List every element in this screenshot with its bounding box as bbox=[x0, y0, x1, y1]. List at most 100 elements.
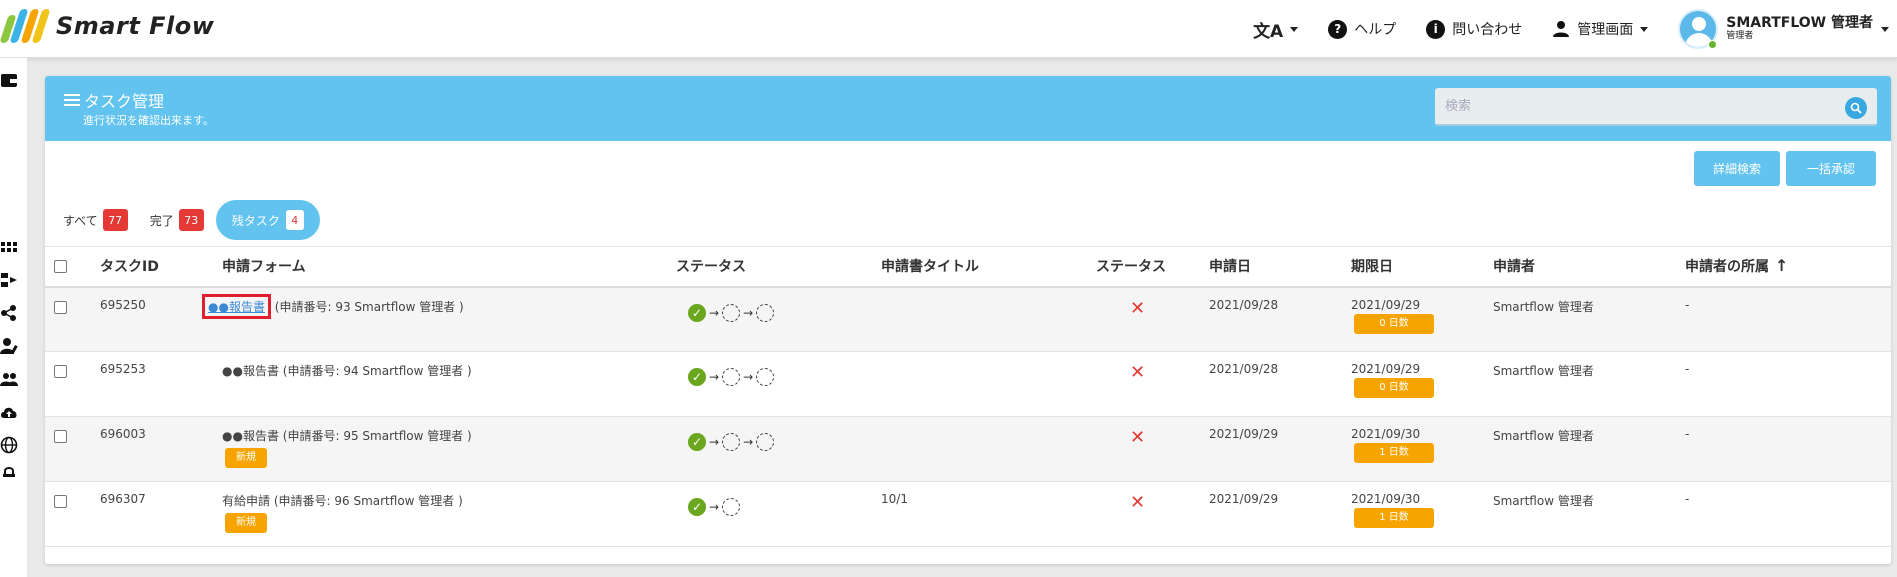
chevron-down-icon bbox=[1290, 26, 1299, 32]
detail-search-button[interactable]: 詳細検索 bbox=[1694, 151, 1780, 186]
applied-date: 2021/09/29 bbox=[1209, 481, 1351, 547]
step-pending-icon bbox=[756, 303, 775, 322]
filter-completed[interactable]: 完了 73 bbox=[150, 209, 204, 231]
filter-completed-count: 73 bbox=[178, 209, 204, 231]
form-link[interactable]: ●●報告書 bbox=[208, 300, 265, 314]
arrow-right-icon: → bbox=[709, 435, 720, 449]
header-department-label: 申請者の所属 bbox=[1685, 259, 1769, 276]
applicant: Smartflow 管理者 bbox=[1493, 286, 1685, 352]
user-edit-icon[interactable] bbox=[0, 337, 18, 355]
select-all-checkbox[interactable] bbox=[54, 259, 67, 273]
globe-icon[interactable] bbox=[0, 436, 18, 454]
days-badge: 1 日数 bbox=[1354, 443, 1434, 463]
search-input[interactable] bbox=[1435, 88, 1815, 124]
translate-icon: 文A bbox=[1253, 21, 1284, 42]
table-row[interactable]: 695250 ●●報告書 (申請番号: 93 Smartflow 管理者 ) ✓ → →… bbox=[45, 286, 1891, 352]
share-icon[interactable] bbox=[0, 304, 18, 322]
workflow-icon[interactable] bbox=[0, 271, 18, 289]
header-status[interactable]: ステータス bbox=[676, 246, 881, 288]
wallet-icon[interactable] bbox=[0, 72, 18, 90]
search-box bbox=[1435, 88, 1877, 126]
form-detail: (申請番号: 95 Smartflow 管理者 ) bbox=[282, 429, 472, 443]
applicant: Smartflow 管理者 bbox=[1493, 416, 1685, 482]
table-row[interactable]: 696307 有給申請 (申請番号: 96 Smartflow 管理者 ) 新規 ✓ →… bbox=[45, 481, 1891, 547]
department: - bbox=[1685, 416, 1891, 482]
department: - bbox=[1685, 286, 1891, 352]
arrow-right-icon: → bbox=[709, 500, 720, 514]
row-checkbox[interactable] bbox=[54, 365, 67, 378]
arrow-right-icon: → bbox=[709, 305, 720, 320]
sort-up-arrow-icon[interactable]: ↑ bbox=[1775, 256, 1788, 275]
header-status-2[interactable]: ステータス bbox=[1096, 246, 1209, 288]
highlight-box: ●●報告書 bbox=[202, 293, 271, 319]
row-checkbox[interactable] bbox=[54, 300, 67, 314]
arrow-right-icon: → bbox=[709, 370, 720, 384]
table-row[interactable]: 696003 ●●報告書 (申請番号: 95 Smartflow 管理者 ) 新規 ✓… bbox=[45, 416, 1891, 482]
step-pending-icon bbox=[756, 368, 775, 386]
table-row[interactable]: 695253 ●●報告書 (申請番号: 94 Smartflow 管理者 ) ✓ → →… bbox=[45, 351, 1891, 417]
task-id: 695253 bbox=[100, 351, 222, 417]
status-cell: ✕ bbox=[1096, 481, 1209, 547]
status-steps-cell: ✓ → → bbox=[676, 416, 881, 482]
deadline-date: 2021/09/29 bbox=[1351, 362, 1421, 376]
deadline-date: 2021/09/29 bbox=[1351, 297, 1421, 312]
arrow-right-icon: → bbox=[743, 435, 754, 449]
bulk-approve-button[interactable]: 一括承認 bbox=[1786, 151, 1876, 186]
lock-icon[interactable] bbox=[0, 466, 18, 477]
close-x-icon: ✕ bbox=[1130, 492, 1146, 513]
header-deadline[interactable]: 期限日 bbox=[1351, 246, 1493, 288]
user-name: SMARTFLOW 管理者 bbox=[1726, 15, 1873, 32]
contact-link[interactable]: i 問い合わせ bbox=[1426, 19, 1522, 39]
header-applied-date[interactable]: 申請日 bbox=[1209, 246, 1351, 288]
form-cell: ●●報告書 (申請番号: 93 Smartflow 管理者 ) bbox=[202, 286, 676, 352]
filter-completed-label: 完了 bbox=[149, 213, 174, 228]
department: - bbox=[1685, 481, 1891, 547]
avatar bbox=[1678, 9, 1719, 49]
help-link[interactable]: ? ヘルプ bbox=[1328, 19, 1396, 39]
app-logo[interactable]: Smart Flow bbox=[0, 8, 215, 44]
page-subtitle: 進行状況を確認出来ます。 bbox=[83, 114, 214, 127]
list-icon bbox=[64, 94, 80, 106]
task-management-card: タスク管理 進行状況を確認出来ます。 詳細検索 一括承認 すべて 77 完了 7… bbox=[45, 76, 1891, 564]
form-cell: ●●報告書 (申請番号: 95 Smartflow 管理者 ) 新規 bbox=[222, 416, 676, 482]
upload-cloud-icon[interactable] bbox=[0, 403, 18, 421]
filter-all-count: 77 bbox=[102, 209, 128, 231]
arrow-right-icon: → bbox=[743, 305, 754, 320]
filter-all-label: すべて bbox=[63, 213, 98, 228]
top-bar: Smart Flow 文A ? ヘルプ i 問い合わせ 管理画面 SMARTFL… bbox=[0, 0, 1897, 58]
deadline-date: 2021/09/30 bbox=[1351, 492, 1421, 506]
filter-remaining[interactable]: 残タスク 4 bbox=[215, 200, 320, 240]
form-name[interactable]: ●●報告書 bbox=[222, 429, 279, 443]
chevron-down-icon bbox=[1881, 26, 1889, 32]
days-badge: 0 日数 bbox=[1354, 378, 1434, 398]
request-title: 10/1 bbox=[881, 481, 1096, 547]
row-checkbox[interactable] bbox=[54, 430, 67, 443]
new-badge: 新規 bbox=[225, 448, 267, 468]
search-icon[interactable] bbox=[1845, 97, 1867, 119]
header-applicant[interactable]: 申請者 bbox=[1493, 246, 1685, 288]
group-icon[interactable] bbox=[0, 370, 18, 388]
header-task-id[interactable]: タスクID bbox=[100, 246, 222, 288]
filter-all[interactable]: すべて 77 bbox=[63, 209, 128, 231]
page-title: タスク管理 bbox=[84, 92, 165, 111]
header-department[interactable]: 申請者の所属 ↑ bbox=[1685, 246, 1891, 288]
task-id: 696003 bbox=[100, 416, 222, 482]
apps-grid-icon[interactable] bbox=[0, 238, 18, 256]
applied-date: 2021/09/29 bbox=[1209, 416, 1351, 482]
user-menu[interactable]: SMARTFLOW 管理者 管理者 bbox=[1678, 9, 1889, 49]
deadline-cell: 2021/09/30 1 日数 bbox=[1351, 416, 1493, 482]
header-title[interactable]: 申請書タイトル bbox=[881, 246, 1096, 288]
department: - bbox=[1685, 351, 1891, 417]
deadline-cell: 2021/09/29 0 日数 bbox=[1351, 286, 1493, 352]
app-name: Smart Flow bbox=[56, 12, 215, 40]
form-name[interactable]: 有給申請 bbox=[222, 494, 270, 508]
language-menu[interactable]: 文A bbox=[1253, 17, 1299, 42]
row-checkbox[interactable] bbox=[54, 495, 67, 508]
status-cell: ✕ bbox=[1096, 351, 1209, 417]
header-form[interactable]: 申請フォーム bbox=[222, 246, 676, 288]
form-name[interactable]: ●●報告書 bbox=[222, 364, 279, 378]
admin-menu[interactable]: 管理画面 bbox=[1552, 19, 1649, 39]
deadline-cell: 2021/09/29 0 日数 bbox=[1351, 351, 1493, 417]
step-done-icon: ✓ bbox=[688, 303, 706, 322]
close-x-icon: ✕ bbox=[1130, 427, 1146, 448]
